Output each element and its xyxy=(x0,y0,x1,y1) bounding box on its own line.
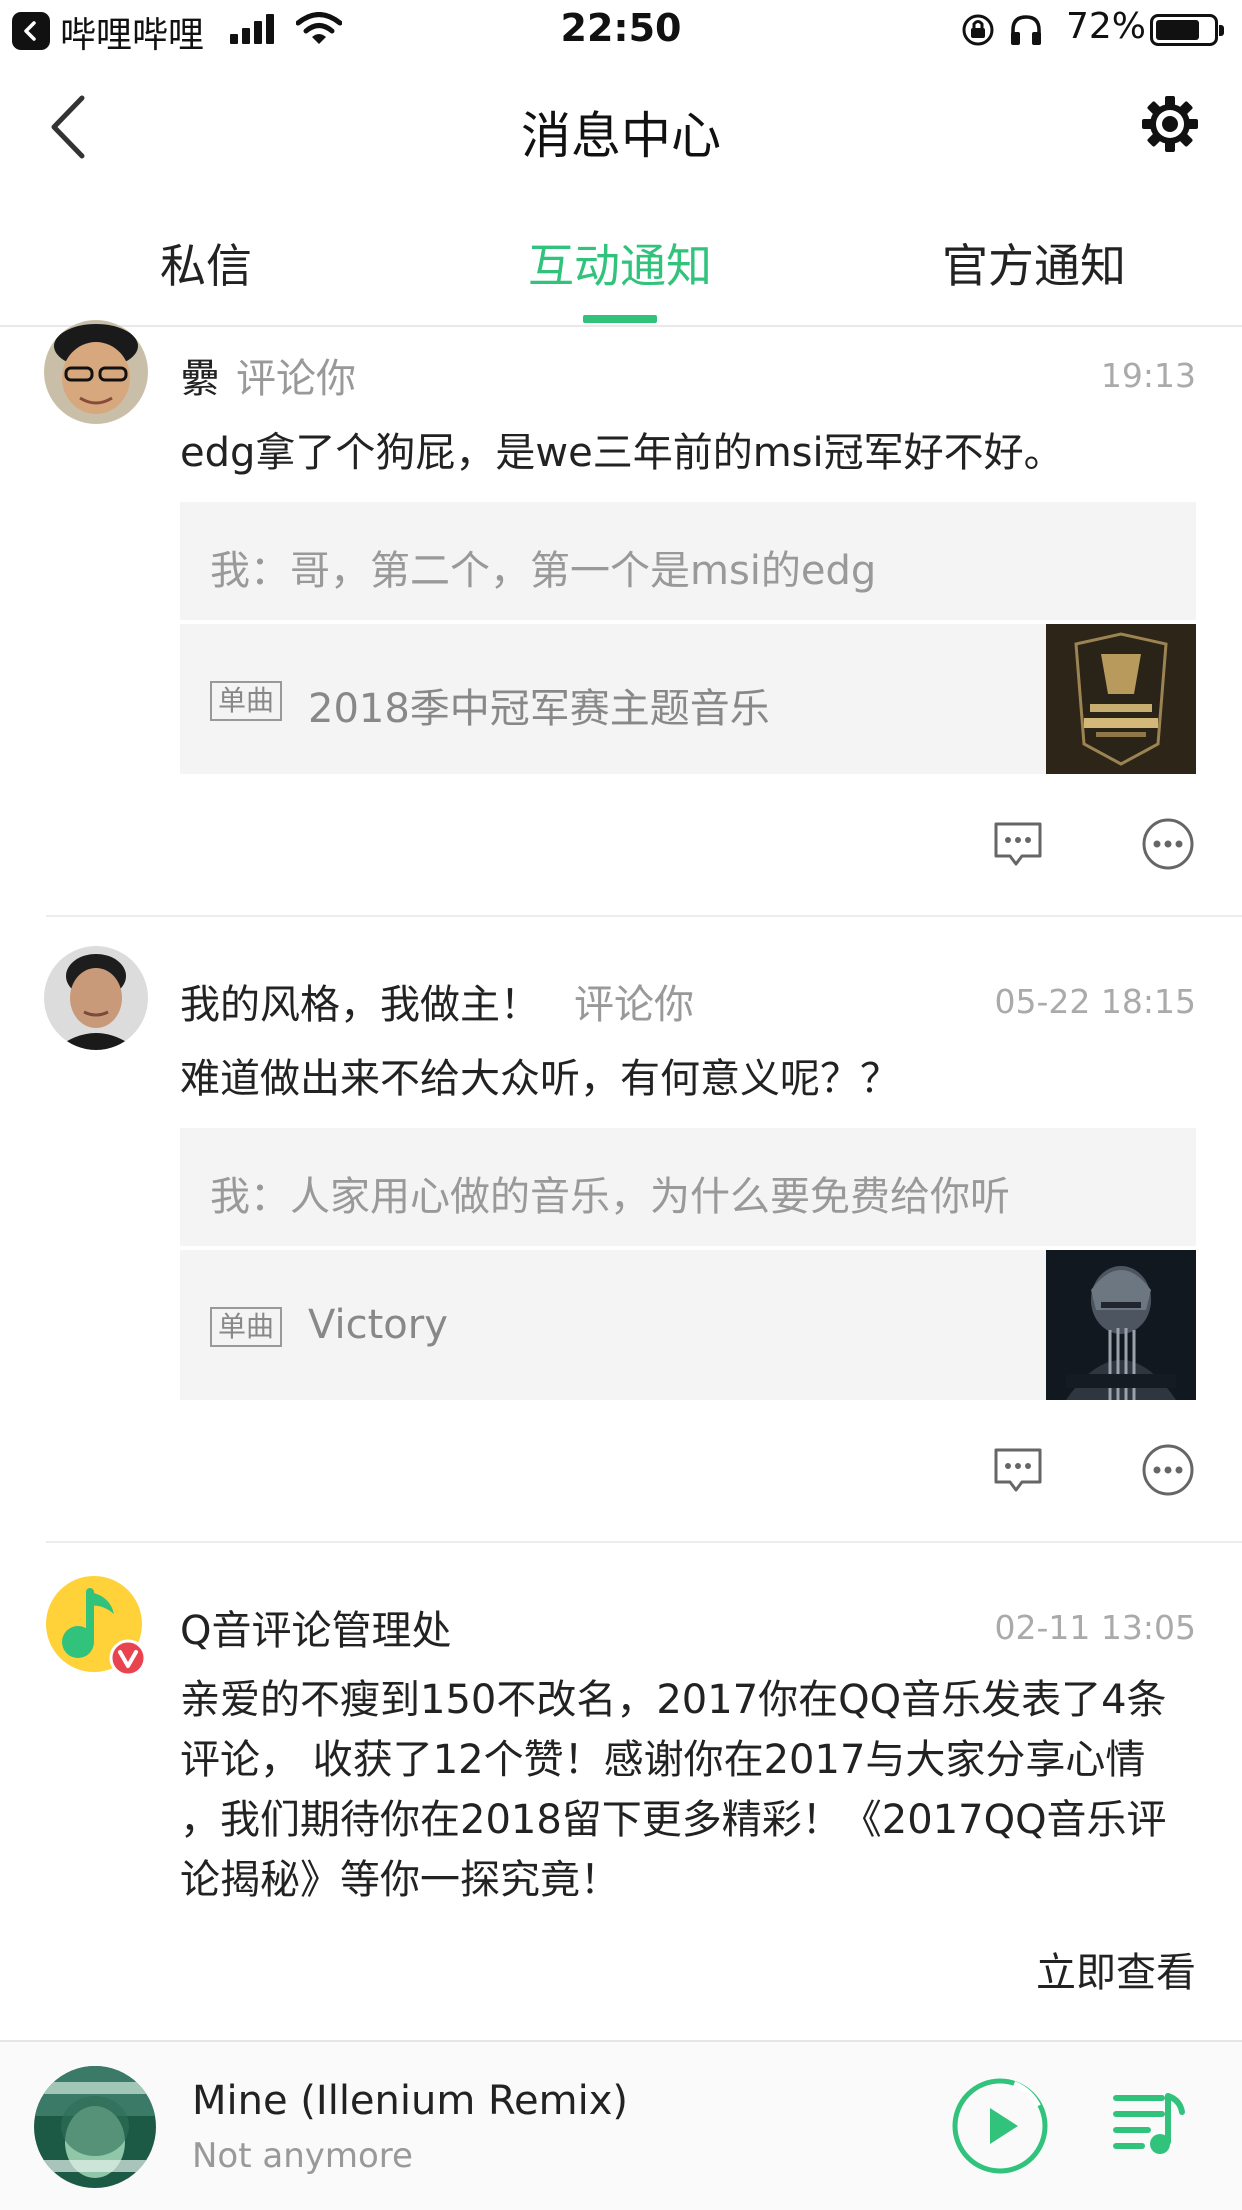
timestamp: 02-11 13:05 xyxy=(994,1608,1196,1647)
song-card[interactable]: 单曲 Victory xyxy=(180,1250,1196,1400)
headphones-icon xyxy=(1008,12,1044,52)
my-comment-quote[interactable]: 我：人家用心做的音乐，为什么要免费给你听 xyxy=(180,1128,1196,1246)
play-button[interactable] xyxy=(950,2076,1050,2180)
action-text: 评论你 xyxy=(574,982,694,1028)
tab-private-messages[interactable]: 私信 xyxy=(56,230,356,296)
more-button[interactable] xyxy=(1140,816,1196,872)
my-comment-text: 我：人家用心做的音乐，为什么要免费给你听 xyxy=(210,1174,1010,1220)
playlist-icon xyxy=(1113,2093,1185,2154)
system-message: 亲爱的不瘦到150不改名，2017你在QQ音乐发表了4条 评论， 收获了12个赞… xyxy=(180,1670,1200,1910)
my-comment-text: 我：哥，第二个，第一个是msi的edg xyxy=(210,548,877,594)
tabs-divider xyxy=(0,325,1242,327)
divider xyxy=(46,915,1242,917)
play-icon xyxy=(952,2078,1048,2174)
song-card[interactable]: 单曲 2018季中冠军赛主题音乐 xyxy=(180,624,1196,774)
timestamp: 19:13 xyxy=(1100,356,1196,395)
view-now-link[interactable]: 立即查看 xyxy=(1036,1940,1196,1998)
song-subtitle: Not anymore xyxy=(192,2136,413,2176)
song-title: 2018季中冠军赛主题音乐 xyxy=(308,686,770,732)
page-title: 消息中心 xyxy=(521,107,721,165)
status-bar: 哔哩哔哩 22:50 72% xyxy=(0,0,1242,62)
my-comment-quote[interactable]: 我：哥，第二个，第一个是msi的edg xyxy=(180,502,1196,620)
active-tab-indicator xyxy=(583,315,657,323)
song-title: Mine (Illenium Remix) xyxy=(192,2078,628,2124)
user-name[interactable]: 我的风格，我做主！ xyxy=(180,972,540,1030)
more-dots-icon xyxy=(1142,1444,1194,1496)
tab-official-notices[interactable]: 官方通知 xyxy=(884,230,1184,296)
qq-music-logo-icon xyxy=(46,1576,147,1677)
comment-text: edg拿了个狗屁，是we三年前的msi冠军好不好。 xyxy=(180,430,1064,476)
song-cover xyxy=(1046,624,1196,774)
playlist-button[interactable] xyxy=(1112,2086,1188,2166)
comment-text: 难道做出来不给大众听，有何意义呢？？ xyxy=(180,1056,900,1102)
rotation-lock-icon xyxy=(960,12,996,52)
album-cover[interactable] xyxy=(34,2066,156,2188)
message-line: ，我们期待你在2018留下更多精彩！《2017QQ音乐评 xyxy=(180,1797,1167,1843)
tab-interaction-notices[interactable]: 互动通知 xyxy=(470,230,770,296)
more-dots-icon xyxy=(1142,818,1194,870)
avatar[interactable] xyxy=(44,1574,148,1678)
user-name[interactable]: 纍 xyxy=(180,346,220,404)
mini-player[interactable]: Mine (Illenium Remix) Not anymore xyxy=(0,2040,1242,2210)
speech-bubble-icon xyxy=(994,822,1042,866)
avatar[interactable] xyxy=(44,946,148,1050)
song-type-badge: 单曲 xyxy=(210,681,283,721)
battery-percent: 72% xyxy=(1066,6,1147,47)
avatar[interactable] xyxy=(44,320,148,424)
action-text: 评论你 xyxy=(236,356,356,402)
sender-name[interactable]: Q音评论管理处 xyxy=(180,1598,451,1656)
message-line: 亲爱的不瘦到150不改名，2017你在QQ音乐发表了4条 xyxy=(180,1677,1167,1723)
timestamp: 05-22 18:15 xyxy=(994,982,1196,1021)
reply-button[interactable] xyxy=(990,816,1046,872)
speech-bubble-icon xyxy=(994,1448,1042,1492)
gear-icon xyxy=(1142,96,1198,152)
battery-icon xyxy=(1150,14,1224,46)
clock: 22:50 xyxy=(560,6,682,50)
message-line: 论揭秘》等你一探究竟！ xyxy=(180,1857,620,1903)
song-cover xyxy=(1046,1250,1196,1400)
message-line: 评论， 收获了12个赞！感谢你在2017与大家分享心情 xyxy=(180,1737,1146,1783)
settings-button[interactable] xyxy=(1138,92,1202,160)
more-button[interactable] xyxy=(1140,1442,1196,1498)
song-type-badge: 单曲 xyxy=(210,1307,283,1347)
song-title: Victory xyxy=(308,1302,448,1348)
divider xyxy=(46,1541,1242,1543)
reply-button[interactable] xyxy=(990,1442,1046,1498)
